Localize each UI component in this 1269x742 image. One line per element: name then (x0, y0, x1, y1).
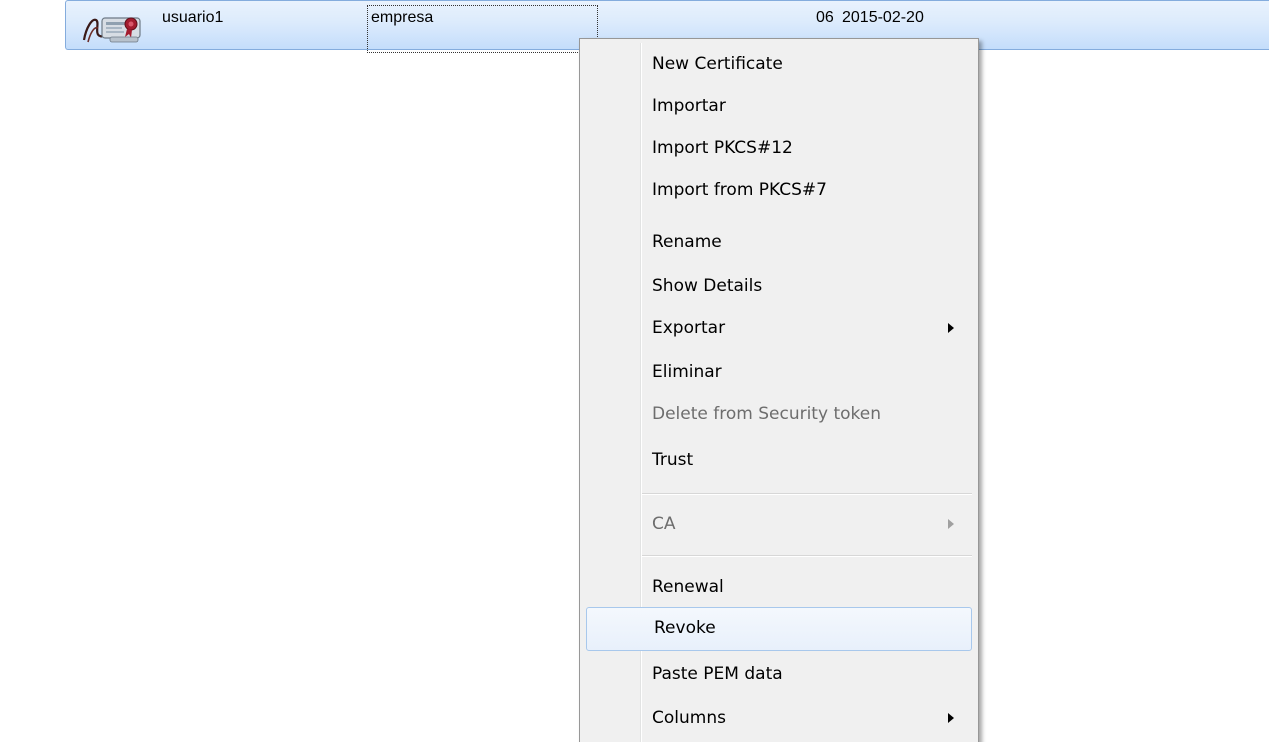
menu-item-show-details[interactable]: Show Details (584, 265, 974, 307)
menu-item-delete-from-token: Delete from Security token (584, 393, 974, 435)
menu-item-label: Exportar (652, 318, 726, 338)
menu-item-label: Eliminar (652, 362, 722, 382)
menu-item-label: Trust (652, 450, 694, 470)
menu-item-ca: CA (584, 503, 974, 545)
menu-item-label: CA (652, 514, 676, 534)
certificate-organization: empresa (371, 9, 434, 26)
menu-item-export[interactable]: Exportar (584, 307, 974, 349)
certificate-date: 2015-02-20 (842, 9, 924, 26)
certificate-icon (80, 10, 146, 44)
menu-separator (642, 493, 972, 495)
menu-item-label: Paste PEM data (652, 664, 783, 684)
menu-item-import-pkcs12[interactable]: Import PKCS#12 (584, 127, 974, 169)
certificate-name: usuario1 (162, 9, 224, 26)
submenu-arrow-icon (948, 713, 954, 723)
menu-item-renewal[interactable]: Renewal (584, 566, 974, 608)
menu-item-columns[interactable]: Columns (584, 697, 974, 739)
menu-item-label: New Certificate (652, 54, 783, 74)
menu-item-label: Show Details (652, 276, 763, 296)
menu-item-label: Columns (652, 708, 726, 728)
submenu-arrow-icon (948, 323, 954, 333)
menu-item-paste-pem[interactable]: Paste PEM data (584, 653, 974, 695)
menu-item-revoke[interactable]: Revoke (586, 607, 972, 651)
menu-item-label: Import PKCS#12 (652, 138, 793, 158)
menu-item-trust[interactable]: Trust (584, 439, 974, 481)
certificate-serial: 06 (816, 9, 834, 26)
menu-item-label: Revoke (654, 618, 716, 638)
menu-item-label: Renewal (652, 577, 724, 597)
menu-item-rename[interactable]: Rename (584, 221, 974, 263)
menu-item-new-certificate[interactable]: New Certificate (584, 43, 974, 85)
context-menu: New Certificate Importar Import PKCS#12 … (579, 38, 979, 742)
menu-item-import[interactable]: Importar (584, 85, 974, 127)
menu-item-import-pkcs7[interactable]: Import from PKCS#7 (584, 169, 974, 211)
menu-item-delete[interactable]: Eliminar (584, 351, 974, 393)
menu-item-label: Import from PKCS#7 (652, 180, 827, 200)
menu-item-label: Delete from Security token (652, 404, 881, 424)
menu-item-label: Rename (652, 232, 722, 252)
submenu-arrow-icon (948, 519, 954, 529)
menu-item-label: Importar (652, 96, 726, 116)
menu-separator (642, 555, 972, 557)
certificate-list-view: usuario1 empresa 06 2015-02-20 New Certi… (0, 0, 1269, 742)
